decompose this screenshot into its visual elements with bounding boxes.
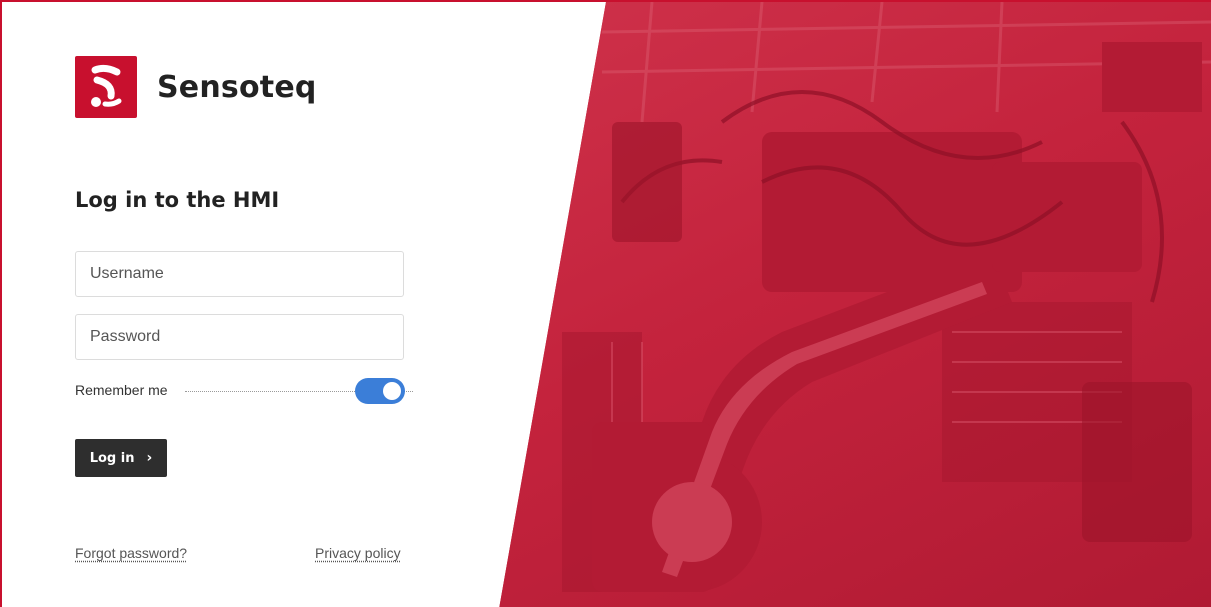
sensoteq-logo-icon [75,56,137,118]
login-button[interactable]: Log in › [75,439,167,477]
remember-me-row: Remember me [75,378,413,404]
logo: Sensoteq [75,56,317,118]
remember-me-toggle[interactable] [355,378,405,404]
remember-me-label: Remember me [75,382,168,398]
password-input[interactable] [75,314,404,360]
page-title: Log in to the HMI [75,188,280,212]
login-page: Sensoteq Log in to the HMI Remember me L… [0,0,1211,607]
privacy-policy-link[interactable]: Privacy policy [315,545,401,561]
login-button-label: Log in [89,450,135,466]
brand-name: Sensoteq [157,69,317,105]
toggle-knob [383,382,401,400]
username-input[interactable] [75,251,404,297]
forgot-password-link[interactable]: Forgot password? [75,545,187,561]
chevron-right-icon: › [146,450,153,466]
